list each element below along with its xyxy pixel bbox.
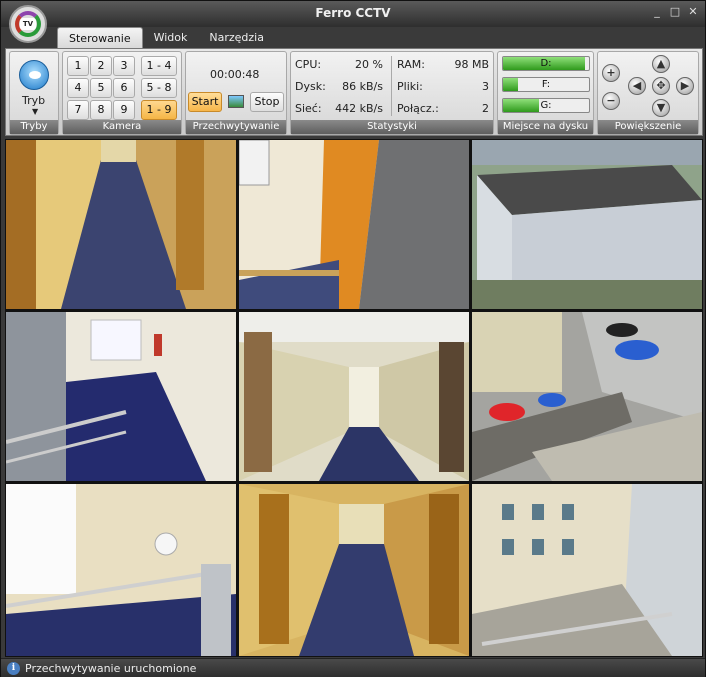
camera-view-5[interactable] (239, 312, 469, 481)
group-kamera: 1 2 3 4 5 6 7 8 9 1 - 4 5 - 8 1 - 9 Kame… (62, 51, 182, 135)
camera-view-9[interactable] (472, 484, 702, 656)
siec-label: Sieć: (295, 102, 322, 115)
tab-sterowanie[interactable]: Sterowanie (57, 27, 143, 49)
drive-label-f: F: (541, 79, 551, 90)
status-bar: i Przechwytywanie uruchomione (1, 658, 705, 677)
group-statystyki: CPU: 20 % Dysk: 86 kB/s Sieć: 442 kB/s R… (290, 51, 494, 135)
camera-button-5[interactable]: 5 (90, 78, 112, 98)
group-label-przechwytywanie: Przechwytywanie (186, 120, 286, 134)
capture-timer: 00:00:48 (210, 68, 260, 81)
camera-view-6[interactable] (472, 312, 702, 481)
group-powiekszenie: + − ▲ ◀ ✥ ▶ ▼ Powiększenie (597, 51, 699, 135)
arrow-right-icon[interactable]: ▶ (676, 77, 694, 95)
drive-bar-g: G: (502, 98, 590, 113)
camera-view-4[interactable] (6, 312, 236, 481)
range-button-1-4[interactable]: 1 - 4 (141, 56, 177, 76)
ribbon: Tryb ▼ Tryby 1 2 3 4 5 6 7 8 9 1 - 4 5 -… (5, 48, 703, 136)
dysk-value: 86 kB/s (342, 80, 383, 93)
app-logo-icon[interactable]: TV (9, 5, 47, 43)
ram-label: RAM: (397, 58, 425, 71)
camera-button-4[interactable]: 4 (67, 78, 89, 98)
drive-bar-f: F: (502, 77, 590, 92)
drive-label-g: G: (540, 100, 552, 111)
maximize-icon[interactable]: □ (669, 6, 681, 18)
camera-view-3[interactable] (472, 140, 702, 309)
group-label-tryby: Tryby (10, 120, 58, 134)
title-bar: Ferro CCTV _ □ ✕ (1, 1, 705, 27)
cpu-label: CPU: (295, 58, 322, 71)
camera-view-2[interactable] (239, 140, 469, 309)
drive-bar-d: D: (502, 56, 590, 71)
camera-grid (5, 139, 703, 657)
minimize-icon[interactable]: _ (651, 6, 663, 18)
camera-view-8[interactable] (239, 484, 469, 656)
camera-button-9[interactable]: 9 (113, 100, 135, 120)
camera-view-7[interactable] (6, 484, 236, 656)
dysk-label: Dysk: (295, 80, 326, 93)
tab-widok[interactable]: Widok (143, 27, 199, 49)
siec-value: 442 kB/s (335, 102, 383, 115)
group-label-kamera: Kamera (63, 120, 181, 134)
tab-narzedzia[interactable]: Narzędzia (198, 27, 275, 49)
range-button-1-9[interactable]: 1 - 9 (141, 100, 177, 120)
ram-value: 98 MB (454, 58, 489, 71)
range-button-5-8[interactable]: 5 - 8 (141, 78, 177, 98)
stop-button[interactable]: Stop (250, 92, 284, 112)
close-icon[interactable]: ✕ (687, 6, 699, 18)
center-icon[interactable]: ✥ (652, 77, 670, 95)
group-label-powiekszenie: Powiększenie (598, 120, 698, 134)
arrow-left-icon[interactable]: ◀ (628, 77, 646, 95)
camera-button-6[interactable]: 6 (113, 78, 135, 98)
camera-button-7[interactable]: 7 (67, 100, 89, 120)
group-label-dysk: Miejsce na dysku (498, 120, 593, 134)
cpu-value: 20 % (355, 58, 383, 71)
info-icon: i (7, 662, 20, 675)
start-button[interactable]: Start (188, 92, 222, 112)
arrow-up-icon[interactable]: ▲ (652, 55, 670, 73)
camera-view-1[interactable] (6, 140, 236, 309)
logo-text: TV (20, 18, 36, 30)
tryb-button-label[interactable]: Tryb (22, 94, 45, 107)
ribbon-tabs: Sterowanie Widok Narzędzia (57, 27, 275, 49)
zoom-out-icon[interactable]: − (602, 92, 620, 110)
group-przechwytywanie: 00:00:48 Start Stop Przechwytywanie (185, 51, 287, 135)
zoom-in-icon[interactable]: + (602, 64, 620, 82)
arrow-down-icon[interactable]: ▼ (652, 99, 670, 117)
image-icon[interactable] (228, 95, 244, 108)
camera-button-2[interactable]: 2 (90, 56, 112, 76)
group-label-statystyki: Statystyki (291, 120, 493, 134)
pliki-value: 3 (482, 80, 489, 93)
drive-label-d: D: (540, 58, 552, 69)
eye-icon[interactable] (19, 60, 49, 90)
group-tryby: Tryb ▼ Tryby (9, 51, 59, 135)
camera-button-8[interactable]: 8 (90, 100, 112, 120)
chevron-down-icon[interactable]: ▼ (32, 107, 38, 116)
polacz-value: 2 (482, 102, 489, 115)
group-miejsce-na-dysku: D: F: G: Miejsce na dysku (497, 51, 594, 135)
status-text: Przechwytywanie uruchomione (25, 662, 197, 675)
pliki-label: Pliki: (397, 80, 423, 93)
stats-divider (391, 56, 392, 116)
main-window: Ferro CCTV _ □ ✕ TV Sterowanie Widok Nar… (0, 0, 706, 677)
polacz-label: Połącz.: (397, 102, 439, 115)
camera-button-3[interactable]: 3 (113, 56, 135, 76)
window-title: Ferro CCTV (315, 6, 391, 20)
camera-button-1[interactable]: 1 (67, 56, 89, 76)
